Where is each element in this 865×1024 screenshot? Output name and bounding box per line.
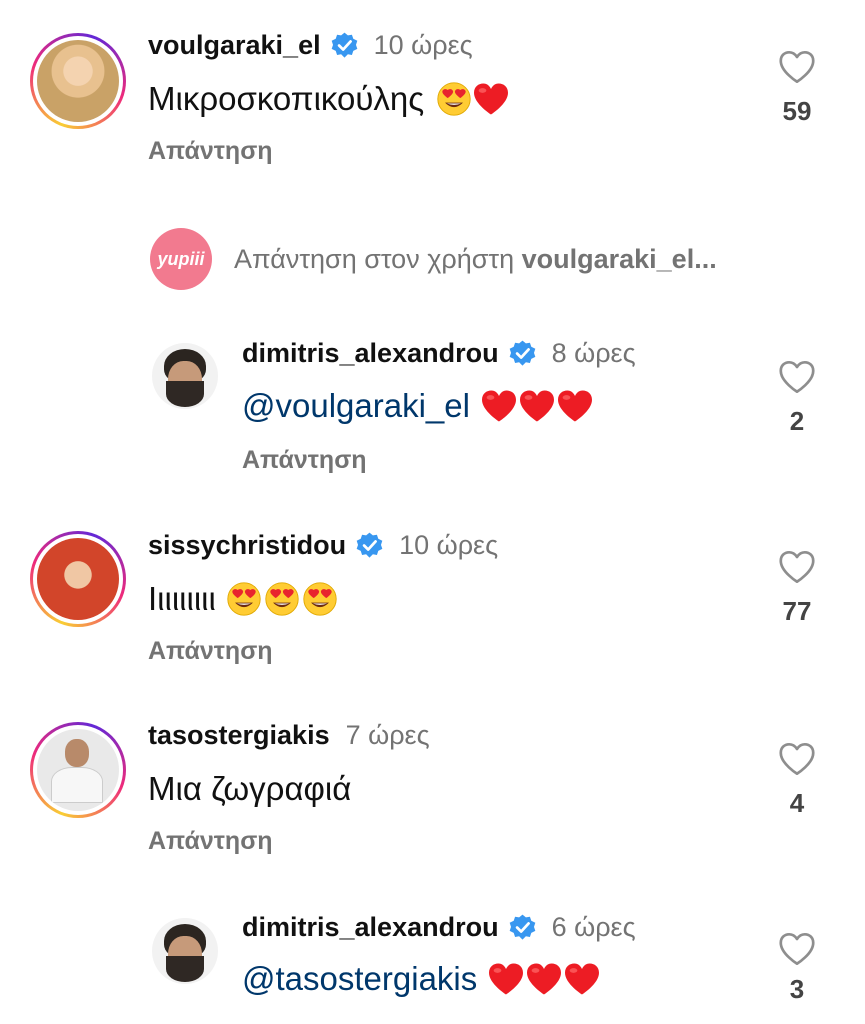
timestamp: 6 ώρες xyxy=(551,912,636,942)
timestamp: 7 ώρες xyxy=(345,720,430,750)
red-heart-emoji-icon xyxy=(518,389,556,423)
mention-link[interactable]: @voulgaraki_el xyxy=(242,387,470,425)
thread-prefix: Απάντηση στον χρήστη xyxy=(234,243,515,274)
comment-text: Μικροσκοπικούλης xyxy=(148,80,510,118)
comment-text-value: Μικροσκοπικούλης xyxy=(148,80,425,117)
verified-badge-icon xyxy=(356,532,383,559)
reply-thread-header[interactable]: yupiii Απάντηση στον χρήστη voulgaraki_e… xyxy=(150,228,717,290)
like-control: 2 xyxy=(767,360,827,437)
heart-outline-icon[interactable] xyxy=(778,550,816,584)
username[interactable]: dimitris_alexandrou xyxy=(242,338,499,369)
comment-text: Μια ζωγραφιά xyxy=(148,770,351,808)
reply-button[interactable]: Απάντηση xyxy=(148,827,273,856)
like-count: 3 xyxy=(789,974,805,1004)
avatar[interactable] xyxy=(152,918,218,984)
like-count: 59 xyxy=(782,96,812,126)
like-count: 77 xyxy=(782,596,812,626)
heart-outline-icon[interactable] xyxy=(778,742,816,776)
like-control: 4 xyxy=(767,742,827,819)
timestamp: 8 ώρες xyxy=(551,338,636,368)
heart-eyes-emoji-icon xyxy=(264,581,300,617)
like-count: 4 xyxy=(789,788,805,818)
comment-text-value: Μια ζωγραφιά xyxy=(148,770,352,807)
comments-screen: voulgaraki_el 10 ώρες Μικροσκοπικούλης Α… xyxy=(0,0,865,1024)
reply-button[interactable]: Απάντηση xyxy=(242,446,367,475)
heart-outline-icon[interactable] xyxy=(778,932,816,966)
red-heart-emoji-icon xyxy=(525,962,563,996)
reply-button[interactable]: Απάντηση xyxy=(148,137,273,166)
avatar[interactable] xyxy=(30,33,126,129)
thread-label: Απάντηση στον χρήστη voulgaraki_el... xyxy=(234,244,717,275)
heart-eyes-emoji-icon xyxy=(436,81,472,117)
yupiii-avatar: yupiii xyxy=(150,228,212,290)
like-count: 2 xyxy=(789,406,805,436)
avatar[interactable] xyxy=(152,343,218,409)
verified-badge-icon xyxy=(509,340,536,367)
username[interactable]: dimitris_alexandrou xyxy=(242,912,499,943)
timestamp: 10 ώρες xyxy=(373,30,473,60)
thread-target: voulgaraki_el... xyxy=(521,243,717,274)
red-heart-emoji-icon xyxy=(487,962,525,996)
heart-eyes-emoji-icon xyxy=(302,581,338,617)
heart-outline-icon[interactable] xyxy=(778,360,816,394)
red-heart-emoji-icon xyxy=(556,389,594,423)
verified-badge-icon xyxy=(331,32,358,59)
like-control: 59 xyxy=(767,50,827,127)
like-control: 77 xyxy=(767,550,827,627)
reply-button[interactable]: Απάντηση xyxy=(148,637,273,666)
comment-text: @tasostergiakis xyxy=(242,960,601,998)
mention-link[interactable]: @tasostergiakis xyxy=(242,960,477,998)
comment-text: @voulgaraki_el xyxy=(242,387,594,425)
username[interactable]: sissychristidou xyxy=(148,530,346,561)
timestamp: 10 ώρες xyxy=(399,530,499,560)
red-heart-emoji-icon xyxy=(472,82,510,116)
red-heart-emoji-icon xyxy=(563,962,601,996)
like-control: 3 xyxy=(767,932,827,1005)
heart-eyes-emoji-icon xyxy=(226,581,262,617)
red-heart-emoji-icon xyxy=(480,389,518,423)
comment-text-value: Ιιιιιιιιι xyxy=(148,580,216,617)
username[interactable]: tasostergiakis xyxy=(148,720,330,751)
avatar[interactable] xyxy=(30,722,126,818)
comment-text: Ιιιιιιιιι xyxy=(148,580,338,618)
verified-badge-icon xyxy=(509,914,536,941)
avatar[interactable] xyxy=(30,531,126,627)
username[interactable]: voulgaraki_el xyxy=(148,30,321,61)
heart-outline-icon[interactable] xyxy=(778,50,816,84)
